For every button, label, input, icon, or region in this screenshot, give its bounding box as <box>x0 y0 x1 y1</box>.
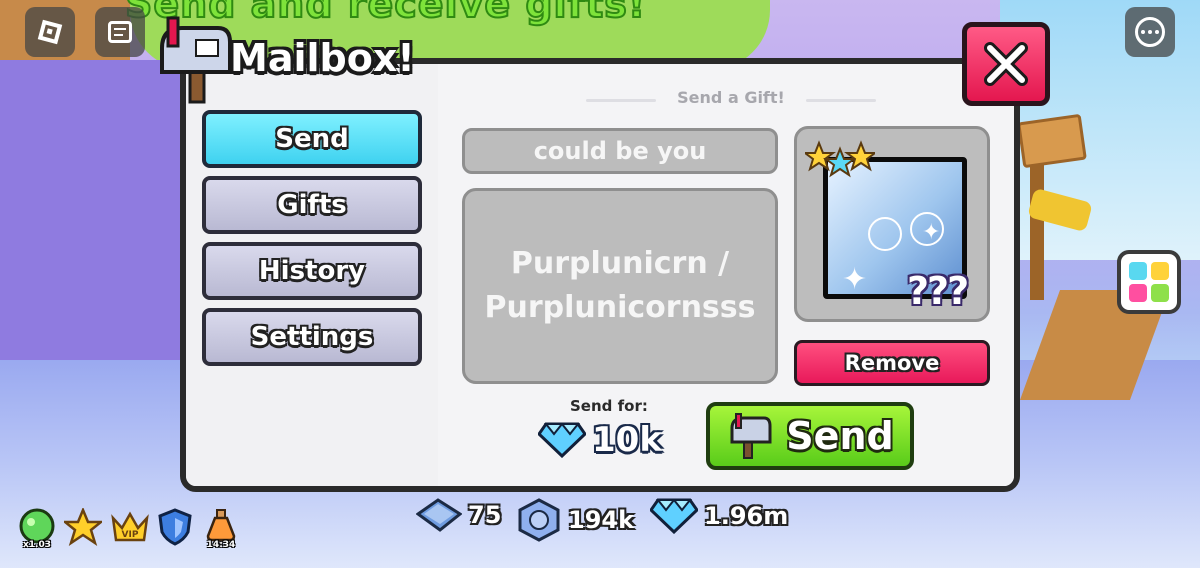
mailbox-title: Mailbox! <box>230 36 415 80</box>
send-gift-button[interactable]: Send <box>706 402 914 470</box>
message-input[interactable]: Purplunicrn / Purplunicornsss <box>462 188 778 384</box>
close-button[interactable] <box>962 22 1050 106</box>
cat-icon <box>1151 262 1169 280</box>
section-title: Send a Gift! <box>586 88 876 107</box>
hidden-item-label: ??? <box>907 269 969 313</box>
purple-wall <box>0 60 200 380</box>
more-options-button[interactable] <box>1125 7 1175 57</box>
send-price: 10k <box>538 420 662 460</box>
send-for-label: Send for: <box>570 397 648 415</box>
shield-boost[interactable] <box>156 508 194 548</box>
chat-button[interactable] <box>95 7 145 57</box>
roblox-menu-icon <box>37 19 63 45</box>
tab-send[interactable]: Send <box>202 110 422 168</box>
ticket-counter: 75 <box>416 498 501 532</box>
svg-text:VIP: VIP <box>122 530 139 540</box>
tab-settings[interactable]: Settings <box>202 308 422 366</box>
cat-icon <box>1129 262 1147 280</box>
green-orb-boost[interactable]: x1.03 <box>18 508 56 550</box>
boosts-bar: x1.03 VIP 14:34 <box>18 506 240 550</box>
more-options-icon <box>1135 17 1165 47</box>
send-gift-label: Send <box>786 414 894 458</box>
diamond-icon <box>650 498 698 534</box>
sign-post <box>1030 160 1044 300</box>
coin-icon <box>518 498 560 542</box>
message-line: Purplunicrn / <box>510 246 730 281</box>
recipient-input[interactable]: could be you <box>462 128 778 174</box>
mailbox-sidebar: Send Gifts History Settings <box>186 64 438 486</box>
vip-boost[interactable]: VIP <box>110 508 149 548</box>
diamond-counter: 1.96m <box>650 498 788 534</box>
sparkle-icon: ✦ <box>842 262 868 297</box>
gift-item-slot[interactable]: ✦ ✦ ??? <box>794 126 990 322</box>
mailbox-title-icon <box>160 16 232 104</box>
tab-history[interactable]: History <box>202 242 422 300</box>
three-stars-icon <box>805 140 875 178</box>
roblox-menu-button[interactable] <box>25 7 75 57</box>
close-icon <box>984 42 1028 86</box>
mailbox-panel: Send Gifts History Settings Send a Gift!… <box>180 58 1020 492</box>
ticket-value: 75 <box>468 501 502 529</box>
pets-menu-button[interactable] <box>1117 250 1181 314</box>
message-line: Purplunicornsss <box>484 290 756 325</box>
ticket-icon <box>416 498 462 532</box>
mailbox-icon <box>730 413 772 459</box>
star-boost[interactable] <box>61 506 105 548</box>
sparkle-icon: ✦ <box>922 220 941 245</box>
coin-value: 194k <box>568 506 635 534</box>
boost-timer: 14:34 <box>206 540 236 550</box>
boost-label: x1.03 <box>22 540 51 550</box>
cat-icon <box>1129 284 1147 302</box>
diamond-value: 1.96m <box>704 502 789 530</box>
wooden-sign <box>1017 113 1087 169</box>
potion-boost[interactable]: 14:34 <box>202 508 240 550</box>
remove-button[interactable]: Remove <box>794 340 990 386</box>
send-price-value: 10k <box>592 420 662 460</box>
cat-icon <box>1151 284 1169 302</box>
star-icon <box>61 506 105 546</box>
vip-crown-icon: VIP <box>111 511 149 542</box>
diamond-icon <box>538 422 586 458</box>
coin-counter: 194k <box>516 498 634 542</box>
tab-gifts[interactable]: Gifts <box>202 176 422 234</box>
potion-icon <box>206 509 236 542</box>
shield-icon <box>158 508 192 546</box>
chat-icon <box>108 21 132 43</box>
